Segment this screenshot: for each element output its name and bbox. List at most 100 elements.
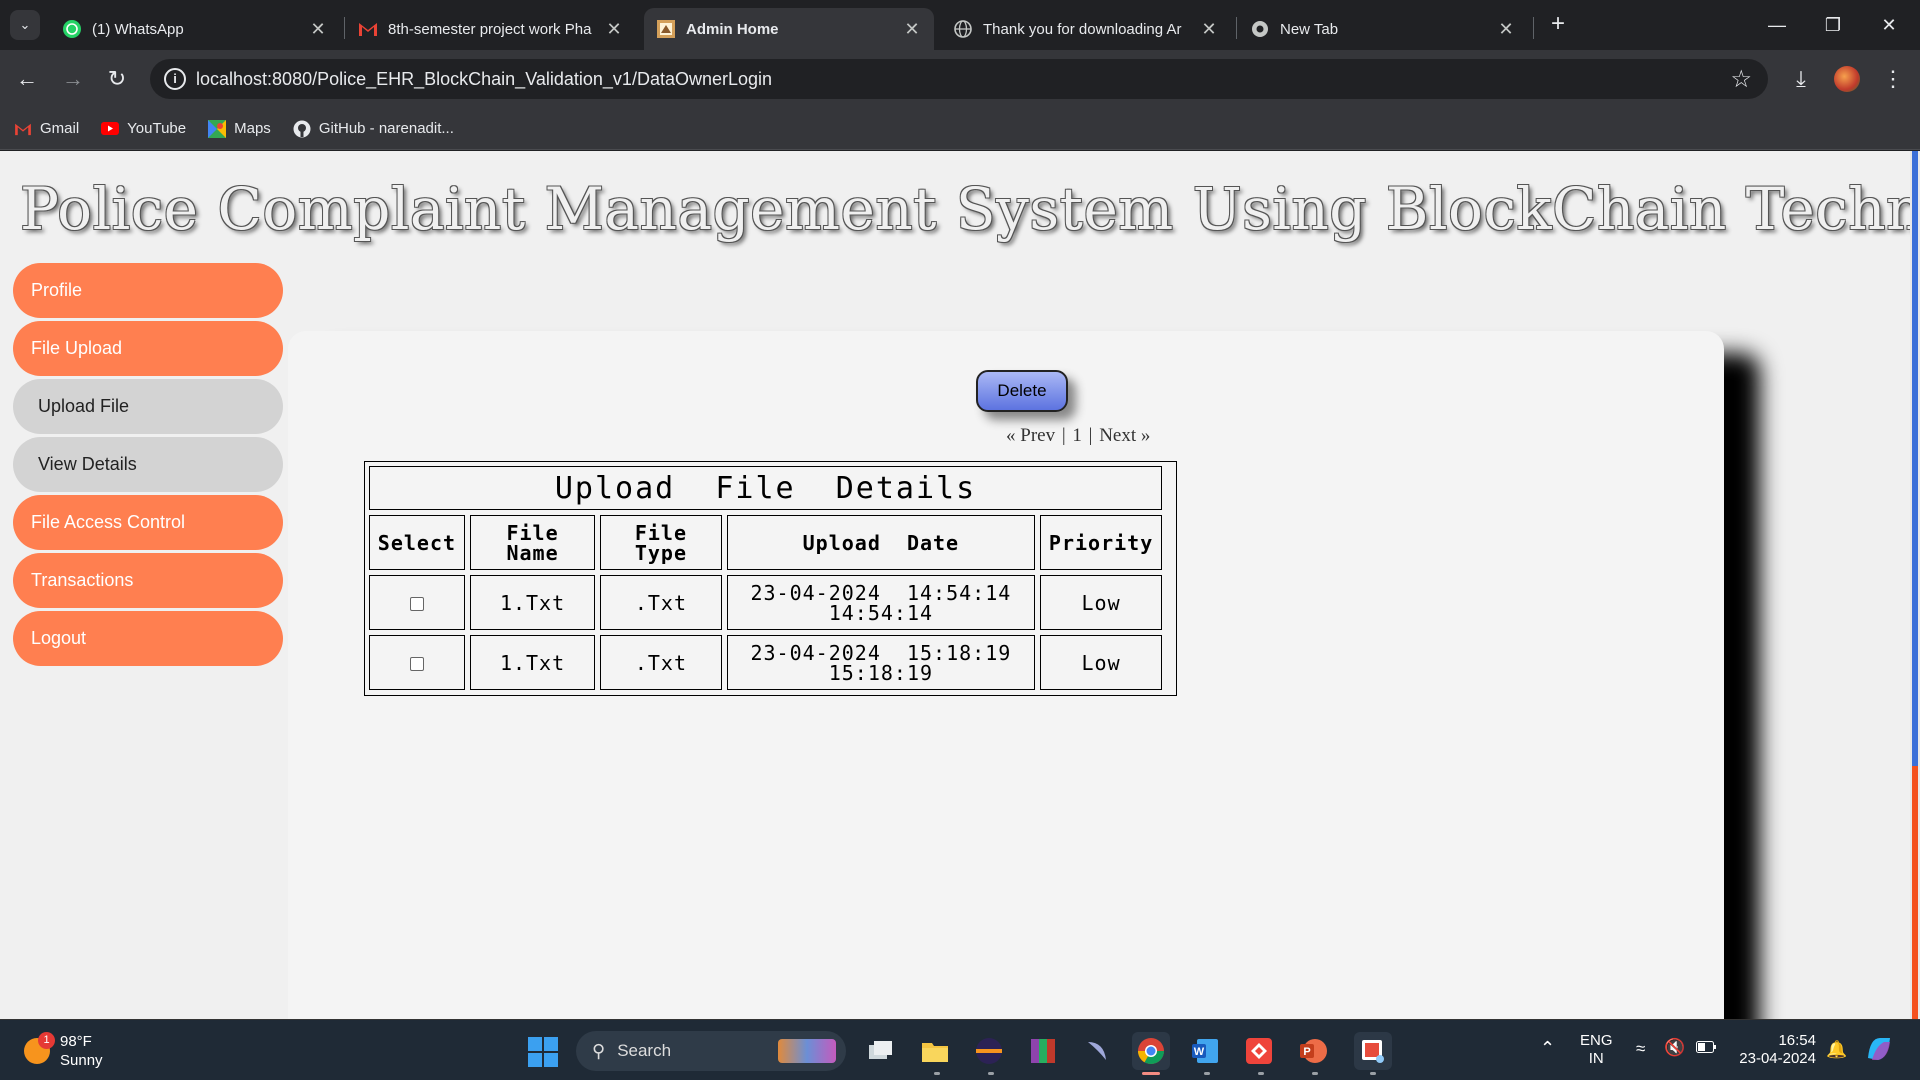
taskbar-search[interactable]: ⚲ Search: [576, 1031, 846, 1071]
pager-separator: |: [1088, 425, 1093, 446]
search-highlight-icon: [778, 1039, 836, 1063]
sidebar-item-transactions[interactable]: Transactions: [13, 553, 283, 608]
app-bird-icon[interactable]: [1078, 1032, 1116, 1070]
priority-cell: Low: [1040, 575, 1162, 630]
bookmark-gmail[interactable]: Gmail: [14, 120, 79, 138]
pagination: « Prev | 1 | Next »: [1006, 425, 1152, 447]
bookmark-maps[interactable]: Maps: [208, 119, 271, 138]
next-page-link[interactable]: Next »: [1099, 425, 1150, 446]
whatsapp-icon: [62, 19, 82, 39]
close-icon[interactable]: ✕: [1199, 19, 1219, 40]
weather-temp: 98°F: [60, 1033, 92, 1050]
tab-title: (1) WhatsApp: [92, 20, 184, 38]
bookmark-youtube[interactable]: YouTube: [101, 120, 186, 138]
tab-title: 8th-semester project work Pha: [388, 20, 592, 38]
file-name-cell: 1.Txt: [469, 635, 596, 690]
chrome-taskbar-icon[interactable]: [1132, 1032, 1170, 1070]
github-icon: [293, 120, 311, 138]
minimize-icon[interactable]: —: [1754, 8, 1800, 42]
close-icon[interactable]: ✕: [308, 19, 328, 40]
reload-icon[interactable]: ↻: [100, 62, 134, 96]
sidebar-item-profile[interactable]: Profile: [13, 263, 283, 318]
close-icon[interactable]: ✕: [902, 19, 922, 40]
sidebar-item-file-upload[interactable]: File Upload: [13, 321, 283, 376]
new-tab-plus-icon[interactable]: +: [1543, 10, 1573, 40]
address-bar[interactable]: i localhost:8080/Police_EHR_BlockChain_V…: [150, 59, 1768, 99]
sidebar-item-logout[interactable]: Logout: [13, 611, 283, 666]
tab-gmail[interactable]: 8th-semester project work Pha ✕: [346, 8, 636, 50]
window-close-icon[interactable]: ✕: [1866, 8, 1912, 42]
sun-icon: 1: [24, 1032, 55, 1064]
prev-page-link[interactable]: « Prev: [1006, 425, 1055, 446]
copilot-icon[interactable]: [1864, 1034, 1894, 1068]
row-select-checkbox[interactable]: [409, 597, 424, 611]
windows-start-icon[interactable]: [528, 1037, 558, 1067]
search-icon: ⚲: [592, 1040, 606, 1061]
running-indicator: [988, 1072, 994, 1075]
pager-separator: |: [1061, 425, 1066, 446]
profile-avatar[interactable]: [1834, 66, 1860, 92]
word-icon[interactable]: W: [1186, 1032, 1224, 1070]
anydesk-icon[interactable]: [1240, 1032, 1278, 1070]
notification-badge: 1: [38, 1032, 55, 1049]
upload-details-table: Upload File Details Select File Name Fil…: [364, 461, 1167, 695]
scrollbar-thumb[interactable]: [1912, 151, 1918, 766]
page-number-link[interactable]: 1: [1072, 425, 1082, 446]
page-scrollbar[interactable]: [1910, 151, 1920, 1019]
sidebar-item-file-access-control[interactable]: File Access Control: [13, 495, 283, 550]
snipping-tool-icon[interactable]: [1354, 1032, 1392, 1070]
clock[interactable]: 16:54 23-04-2024: [1734, 1032, 1816, 1068]
eclipse-icon[interactable]: [970, 1032, 1008, 1070]
task-view-icon[interactable]: [862, 1032, 900, 1070]
row-select-checkbox[interactable]: [409, 657, 424, 671]
clock-time: 16:54: [1778, 1032, 1816, 1049]
menu-kebab-icon[interactable]: ⋮: [1876, 62, 1910, 96]
close-icon[interactable]: ✕: [1496, 19, 1516, 40]
forward-arrow-icon[interactable]: →: [56, 62, 90, 96]
browser-toolbar: ← → ↻ i localhost:8080/Police_EHR_BlockC…: [0, 50, 1920, 108]
scrollbar-track-segment: [1912, 766, 1918, 1019]
upload-date-cell: 23-04-2024 15:18:19 15:18:19: [726, 635, 1036, 690]
table-header-row: Select File Name File Type Upload Date P…: [369, 515, 1162, 570]
language-indicator[interactable]: ENG IN: [1580, 1032, 1613, 1068]
tab-search-chevron-icon[interactable]: ⌄: [10, 10, 40, 40]
close-icon[interactable]: ✕: [604, 19, 624, 40]
tab-divider: [344, 17, 345, 39]
tab-whatsapp[interactable]: (1) WhatsApp ✕: [50, 8, 340, 50]
file-type-cell: .Txt: [600, 635, 722, 690]
gmail-icon: [14, 120, 32, 138]
running-indicator: [934, 1072, 940, 1075]
weather-widget[interactable]: 1 98°F Sunny: [24, 1032, 103, 1070]
restore-icon[interactable]: ❐: [1810, 8, 1856, 42]
tab-thank-you[interactable]: Thank you for downloading Ar ✕: [941, 8, 1231, 50]
powerpoint-icon[interactable]: P: [1294, 1032, 1332, 1070]
column-header-file-type: File Type: [600, 515, 722, 570]
delete-button[interactable]: Delete: [976, 370, 1068, 412]
bookmark-star-icon[interactable]: ☆: [1730, 65, 1752, 94]
sidebar-item-view-details[interactable]: View Details: [13, 437, 283, 492]
volume-muted-icon[interactable]: 🔇: [1664, 1038, 1685, 1058]
sidebar-item-upload-file[interactable]: Upload File: [13, 379, 283, 434]
download-icon[interactable]: ⤓: [1784, 62, 1818, 96]
file-explorer-icon[interactable]: [916, 1032, 954, 1070]
running-indicator: [1204, 1072, 1210, 1075]
tab-divider: [1236, 17, 1237, 39]
bookmark-label: GitHub - narenadit...: [318, 120, 454, 137]
wifi-icon[interactable]: ≈: [1636, 1039, 1645, 1059]
windows-taskbar: 1 98°F Sunny ⚲ Search W P ⌃ ENG IN ≈ 🔇 1…: [0, 1019, 1920, 1080]
back-arrow-icon[interactable]: ←: [10, 62, 44, 96]
bookmark-github[interactable]: GitHub - narenadit...: [293, 120, 454, 138]
upload-date-line2: 14:54:14: [828, 600, 934, 625]
running-indicator: [1370, 1072, 1376, 1075]
battery-icon[interactable]: [1696, 1040, 1716, 1057]
notification-bell-icon[interactable]: 🔔: [1826, 1040, 1847, 1060]
select-cell: [369, 635, 465, 690]
running-indicator: [1312, 1072, 1318, 1075]
column-header-select: Select: [369, 515, 465, 570]
tab-admin-home[interactable]: Admin Home ✕: [644, 8, 934, 50]
tab-new-tab[interactable]: New Tab ✕: [1238, 8, 1528, 50]
winrar-icon[interactable]: [1024, 1032, 1062, 1070]
tray-overflow-chevron-icon[interactable]: ⌃: [1540, 1038, 1555, 1059]
upload-date-line1: 23-04-2024 14:54:14: [750, 580, 1012, 605]
site-info-icon[interactable]: i: [164, 68, 186, 90]
